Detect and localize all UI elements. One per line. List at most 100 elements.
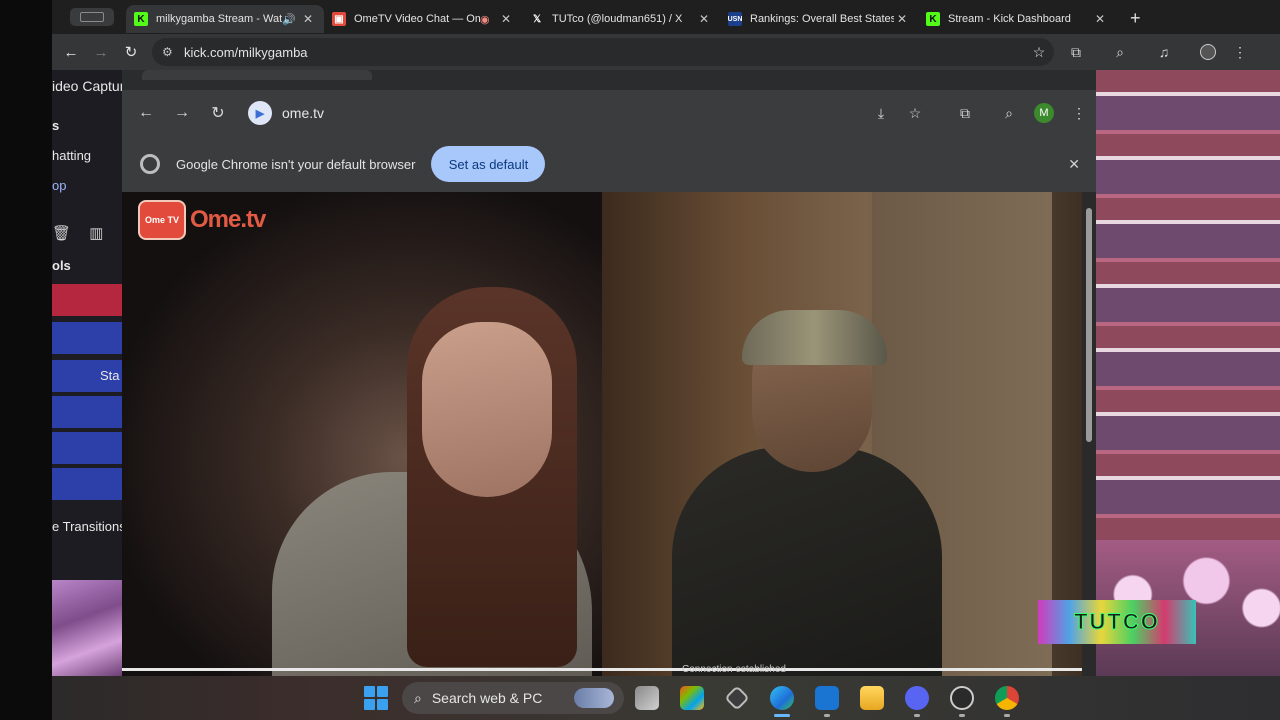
obs-label-controls: ols (52, 258, 71, 273)
captured-address-url: ome.tv (282, 105, 325, 121)
close-tab-icon[interactable]: ✕ (300, 12, 316, 26)
close-tab-icon[interactable]: ✕ (696, 12, 712, 26)
back-icon[interactable]: ← (56, 44, 86, 61)
usnews-icon: USN (728, 12, 742, 26)
tab-kick-dashboard[interactable]: K Stream - Kick Dashboard ✕ (918, 5, 1116, 33)
connection-status: Connection established (682, 664, 786, 675)
ometv-wordmark: Ome.tv (190, 206, 266, 233)
forward-icon[interactable]: → (86, 44, 116, 61)
app-icon[interactable] (714, 676, 759, 720)
new-tab-icon[interactable]: + (1130, 8, 1141, 29)
search-icon: ⌕ (414, 689, 422, 706)
task-view-icon[interactable] (624, 676, 669, 720)
screen-frame: K milkygamba Stream - Wat 🔊 ✕ ▣ OmeTV Vi… (52, 0, 1280, 720)
obs-button-start[interactable]: Sta (52, 360, 122, 392)
camera-site-icon[interactable]: ▶ (248, 101, 272, 125)
obs-preview-thumbnail (52, 580, 122, 676)
start-icon[interactable] (364, 686, 388, 710)
chrome-icon[interactable] (984, 676, 1029, 720)
obs-label-stop[interactable]: op (52, 178, 122, 193)
bookmark-star-icon[interactable]: ☆ (1024, 44, 1054, 61)
tab-title: Stream - Kick Dashboard (948, 13, 1071, 25)
obs-toolbar-icons: 🗑 ▥ (52, 224, 122, 242)
obs-side-panel: ideo Captur s hatting op 🗑 ▥ ols Sta e T… (52, 70, 122, 676)
install-icon[interactable]: ⤓ (864, 105, 898, 122)
extensions-icon[interactable]: ⧉ (1054, 44, 1098, 61)
captured-address-bar[interactable]: ▶ ome.tv (248, 98, 808, 128)
tab-milkygamba-stream[interactable]: K milkygamba Stream - Wat 🔊 ✕ (126, 5, 324, 33)
tutco-logo-text: TUTCO (1074, 609, 1160, 635)
taskbar-search[interactable]: ⌕ Search web & PC (402, 682, 624, 714)
edge-icon[interactable] (759, 676, 804, 720)
search-highlight-icon (574, 688, 614, 708)
extensions-icon[interactable]: ⧉ (948, 105, 982, 122)
tab-title: OmeTV Video Chat — Om (354, 13, 480, 25)
menu-kebab-icon[interactable]: ⋮ (1062, 105, 1096, 122)
reload-icon[interactable]: ↻ (116, 43, 146, 61)
site-settings-icon[interactable]: ⚙ (162, 45, 180, 59)
obs-label-scene-transitions: e Transitions (52, 519, 122, 534)
tab-tutco-x[interactable]: 𝕏 TUTco (@loudman651) / X ✕ (522, 5, 720, 33)
captured-tab (142, 70, 372, 80)
tab-search-icon (80, 12, 104, 22)
address-bar[interactable]: ⚙ kick.com/milkygamba ☆ (152, 38, 1054, 66)
local-video-feed (122, 192, 602, 676)
person-cap (742, 310, 887, 365)
profile-avatar[interactable]: M (1034, 103, 1054, 123)
reload-icon[interactable]: ↻ (200, 103, 236, 123)
trash-icon[interactable]: 🗑 (52, 225, 71, 242)
profile-avatar[interactable] (1200, 44, 1216, 60)
obs-label-start: Sta (100, 368, 120, 383)
obs-button-blue[interactable] (52, 468, 122, 500)
captured-browser-window: ← → ↻ ▶ ome.tv ⤓ ☆ ⧉ ⌕ M ⋮ Google Chrome… (122, 70, 1096, 676)
obs-button-red[interactable] (52, 284, 122, 316)
scrollbar-thumb[interactable] (1086, 208, 1092, 442)
discord-icon[interactable] (894, 676, 939, 720)
outer-toolbar: ← → ↻ ⚙ kick.com/milkygamba ☆ ⧉ ⌕ ♫ ⋮ (52, 34, 1280, 70)
close-infobar-icon[interactable]: ✕ (1068, 156, 1080, 173)
forward-icon[interactable]: → (164, 104, 200, 122)
outlook-icon[interactable] (804, 676, 849, 720)
person-face (422, 322, 552, 497)
media-controls-icon[interactable]: ♫ (1142, 44, 1186, 60)
back-icon[interactable]: ← (128, 104, 164, 122)
ometv-icon: ▣ (332, 12, 346, 26)
tab-search-button[interactable] (70, 8, 114, 26)
store-icon[interactable] (669, 676, 714, 720)
infobar-message: Google Chrome isn't your default browser (176, 156, 416, 172)
obs-button-blue[interactable] (52, 322, 122, 354)
obs-label-sources: s (52, 118, 60, 133)
captured-tab-strip (122, 70, 1096, 90)
tab-title: Rankings: Overall Best States (750, 13, 894, 25)
tab-ometv[interactable]: ▣ OmeTV Video Chat — Om ◉ ✕ (324, 5, 522, 33)
ometv-logo: Ome TV Ome.tv (138, 200, 266, 240)
x-icon: 𝕏 (532, 13, 542, 25)
obs-button-blue[interactable] (52, 396, 122, 428)
speaker-icon[interactable]: 🔊 (282, 13, 296, 26)
set-as-default-button[interactable]: Set as default (431, 146, 546, 182)
recording-icon: ◉ (480, 13, 490, 26)
tab-rankings[interactable]: USN Rankings: Overall Best States ✕ (720, 5, 918, 33)
obs-button-blue[interactable] (52, 432, 122, 464)
close-tab-icon[interactable]: ✕ (498, 12, 514, 26)
bookmark-star-icon[interactable]: ☆ (898, 105, 932, 122)
windows-taskbar: ⌕ Search web & PC (52, 676, 1280, 720)
menu-kebab-icon[interactable]: ⋮ (1230, 44, 1250, 61)
tab-title: TUTco (@loudman651) / X (552, 13, 683, 25)
ometv-badge-icon: Ome TV (138, 200, 186, 240)
tab-title: milkygamba Stream - Wat (156, 13, 282, 25)
captured-toolbar: ← → ↻ ▶ ome.tv ⤓ ☆ ⧉ ⌕ M ⋮ (122, 90, 1096, 136)
close-tab-icon[interactable]: ✕ (894, 12, 910, 26)
captured-toolbar-icons: ⤓ ☆ ⧉ ⌕ M ⋮ (864, 103, 1096, 123)
tab-search-icon[interactable]: ⌕ (1098, 44, 1142, 61)
obs-label-video-capture: ideo Captur (52, 78, 122, 94)
obs-label-chatting: hatting (52, 148, 92, 163)
screen-left-border (0, 0, 52, 720)
file-explorer-icon[interactable] (849, 676, 894, 720)
tutco-overlay-logo: TUTCO (1038, 600, 1196, 644)
obs-icon[interactable] (939, 676, 984, 720)
tab-search-icon[interactable]: ⌕ (992, 105, 1026, 122)
address-url: kick.com/milkygamba (184, 44, 308, 60)
close-tab-icon[interactable]: ✕ (1092, 12, 1108, 26)
layout-icon[interactable]: ▥ (89, 225, 103, 242)
